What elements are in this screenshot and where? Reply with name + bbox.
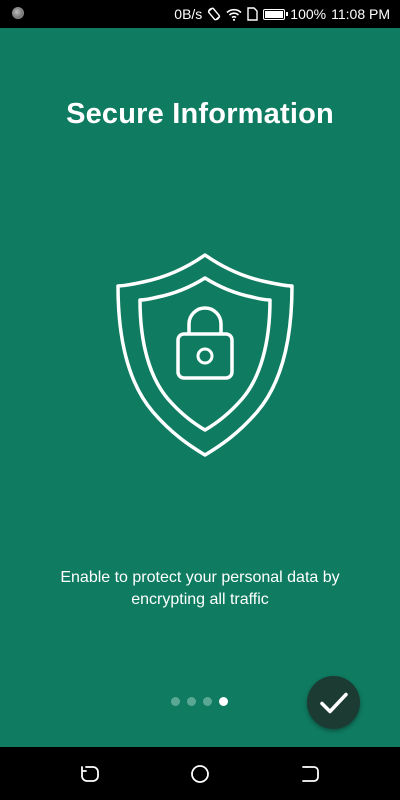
- page-indicator-dot: [203, 697, 212, 706]
- page-indicator-dot: [219, 697, 228, 706]
- battery-level: 100%: [290, 6, 327, 22]
- battery-icon: [263, 8, 289, 20]
- clock: 11:08 PM: [331, 6, 390, 22]
- done-button[interactable]: [307, 676, 360, 729]
- home-icon[interactable]: [189, 763, 211, 785]
- checkmark-icon: [319, 692, 348, 713]
- status-bar: 0B/s 100% 11:08 PM: [0, 0, 400, 28]
- onboarding-page: Secure Information Enable to protect you…: [0, 28, 400, 747]
- shield-lock-icon: [115, 252, 295, 458]
- sim-icon: [247, 7, 258, 21]
- page-indicator: [171, 697, 228, 706]
- page-indicator-dot: [187, 697, 196, 706]
- net-speed: 0B/s: [174, 6, 203, 22]
- rotate-icon: [207, 7, 221, 21]
- navigation-bar: [0, 747, 400, 800]
- page-indicator-dot: [171, 697, 180, 706]
- status-right: 0B/s 100% 11:08 PM: [174, 0, 390, 28]
- recents-icon[interactable]: [79, 763, 101, 785]
- status-left: [12, 7, 24, 19]
- page-description: Enable to protect your personal data by …: [60, 569, 340, 608]
- battery-fill: [265, 10, 284, 18]
- notification-dot-icon: [12, 7, 24, 19]
- wifi-icon: [226, 8, 242, 21]
- page-title: Secure Information: [66, 98, 334, 130]
- screen: 0B/s 100% 11:08 PM Secure Information En…: [0, 0, 400, 800]
- back-icon[interactable]: [299, 763, 321, 785]
